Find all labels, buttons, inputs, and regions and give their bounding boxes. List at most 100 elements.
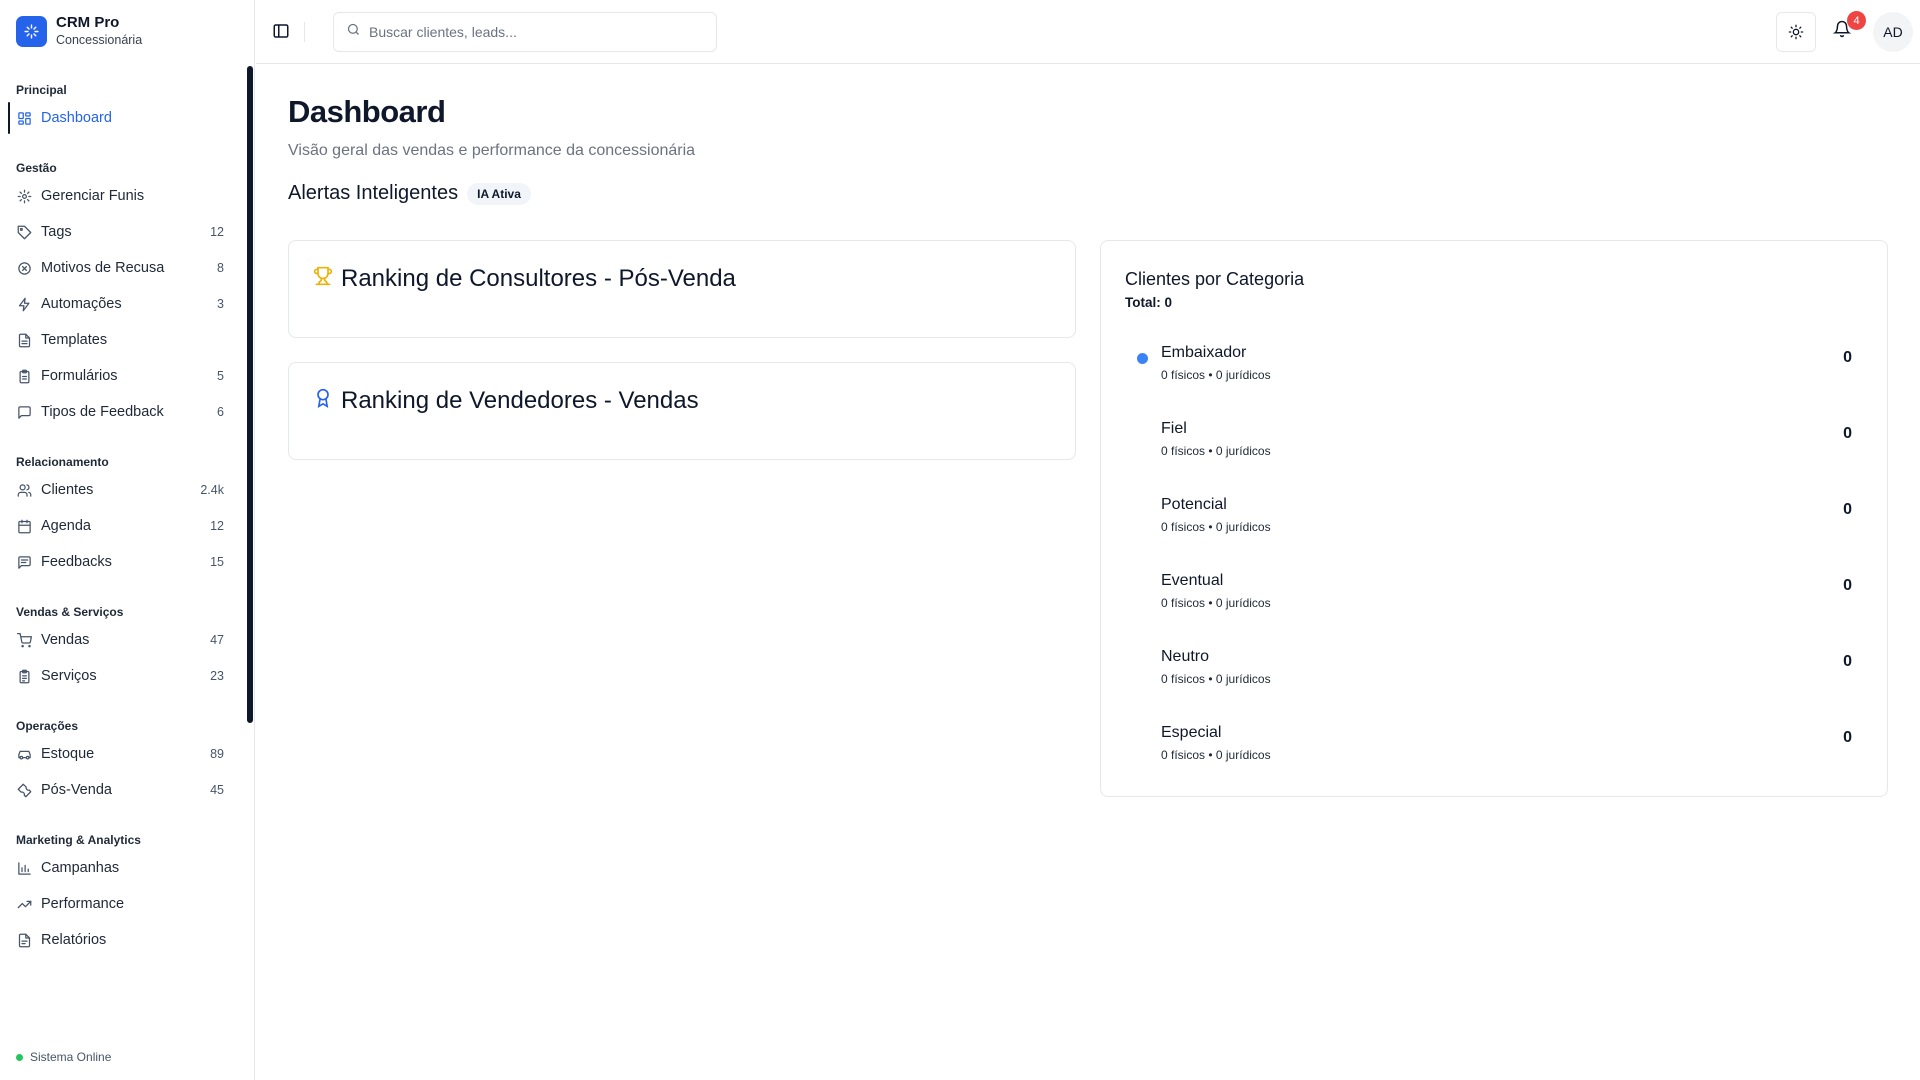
sidebar-item-motivos-de-recusa[interactable]: Motivos de Recusa 8 — [0, 250, 250, 286]
sidebar-scrollbar[interactable] — [247, 66, 253, 723]
ranking-consultores-title: Ranking de Consultores - Pós-Venda — [341, 265, 736, 292]
ranking-consultores-card: Ranking de Consultores - Pós-Venda — [288, 240, 1076, 338]
sidebar-item-count: 15 — [210, 555, 224, 569]
categoria-meta: 0 físicos • 0 jurídicos — [1161, 672, 1271, 686]
sidebar-item-label: Campanhas — [41, 860, 120, 876]
clipboard-icon — [16, 368, 32, 384]
alerts-header: Alertas Inteligentes IA Ativa — [288, 182, 531, 205]
categoria-value: 0 — [1843, 577, 1852, 594]
nav-group-gestao: Gestão Gerenciar Funis Tags 12 Motivos de Re… — [0, 156, 250, 430]
sidebar-item-count: 45 — [210, 783, 224, 797]
sidebar-item-formularios[interactable]: Formulários 5 — [0, 358, 250, 394]
tag-icon — [16, 224, 32, 240]
sidebar-item-label: Tags — [41, 224, 72, 240]
sidebar-toggle-button[interactable] — [272, 22, 290, 40]
sidebar-item-pos-venda[interactable]: Pós-Venda 45 — [0, 772, 250, 808]
categoria-row-eventual: Eventual 0 físicos • 0 jurídicos 0 — [1125, 562, 1865, 638]
categoria-row-embaixador: Embaixador 0 físicos • 0 jurídicos 0 — [1125, 334, 1865, 410]
file-text-icon — [16, 332, 32, 348]
categoria-list: Embaixador 0 físicos • 0 jurídicos 0 Fiel 0 … — [1125, 334, 1865, 790]
wrench-icon — [16, 782, 32, 798]
category-dot-icon — [1137, 353, 1148, 364]
nav-group-marketing-analytics: Marketing & Analytics Campanhas Performanc… — [0, 828, 250, 958]
sidebar-item-count: 5 — [217, 369, 224, 383]
categoria-value: 0 — [1843, 729, 1852, 746]
categoria-value: 0 — [1843, 349, 1852, 366]
clipboard-list-icon — [16, 668, 32, 684]
categoria-card-title: Clientes por Categoria — [1125, 269, 1305, 289]
nav-group-relacionamento: Relacionamento Clientes 2.4k Agenda 12 Feedba… — [0, 450, 250, 580]
trending-up-icon — [16, 896, 32, 912]
sidebar-item-count: 12 — [210, 519, 224, 533]
bar-chart-icon — [16, 860, 32, 876]
categoria-row-fiel: Fiel 0 físicos • 0 jurídicos 0 — [1125, 410, 1865, 486]
brand-name: CRM Pro — [56, 14, 120, 31]
sun-icon — [1788, 24, 1804, 40]
sidebar-item-label: Clientes — [41, 482, 94, 498]
categoria-row-especial: Especial 0 físicos • 0 jurídicos 0 — [1125, 714, 1865, 790]
sidebar-item-templates[interactable]: Templates — [0, 322, 250, 358]
nav-group-title: Gestão — [16, 161, 57, 175]
sidebar-item-count: 23 — [210, 669, 224, 683]
search-box[interactable] — [333, 12, 717, 52]
categoria-name: Fiel — [1161, 420, 1187, 437]
system-status-label: Sistema Online — [30, 1050, 112, 1064]
nav-group-title: Marketing & Analytics — [16, 833, 141, 847]
car-icon — [16, 746, 32, 762]
sidebar-item-dashboard[interactable]: Dashboard — [0, 100, 250, 136]
ranking-vendedores-title: Ranking de Vendedores - Vendas — [341, 387, 699, 414]
search-icon — [346, 22, 361, 42]
nav-group-title: Vendas & Serviços — [16, 605, 124, 619]
sidebar-nav: Principal Dashboard Gestão Gerenciar Funis T… — [0, 78, 250, 978]
sidebar-item-count: 47 — [210, 633, 224, 647]
sidebar-item-label: Estoque — [41, 746, 95, 762]
sidebar: CRM Pro Concessionária Principal Dashboar… — [0, 0, 255, 1080]
sidebar-item-gerenciar-funis[interactable]: Gerenciar Funis — [0, 178, 250, 214]
users-icon — [16, 482, 32, 498]
trophy-icon — [313, 265, 333, 293]
brand[interactable]: CRM Pro Concessionária — [16, 14, 142, 48]
categoria-value: 0 — [1843, 501, 1852, 518]
sidebar-item-automacoes[interactable]: Automações 3 — [0, 286, 250, 322]
categoria-name: Embaixador — [1161, 344, 1247, 361]
search-input[interactable] — [369, 24, 704, 40]
sidebar-item-feedbacks[interactable]: Feedbacks 15 — [0, 544, 250, 580]
x-circle-icon — [16, 260, 32, 276]
system-status: Sistema Online — [16, 1050, 111, 1064]
lightning-icon — [16, 296, 32, 312]
message-lines-icon — [16, 554, 32, 570]
sidebar-item-clientes[interactable]: Clientes 2.4k — [0, 472, 250, 508]
categoria-meta: 0 físicos • 0 jurídicos — [1161, 520, 1271, 534]
sidebar-item-performance[interactable]: Performance — [0, 886, 250, 922]
sidebar-item-tags[interactable]: Tags 12 — [0, 214, 250, 250]
page-title: Dashboard — [288, 94, 446, 129]
sidebar-item-label: Relatórios — [41, 932, 107, 948]
theme-toggle-button[interactable] — [1776, 12, 1816, 52]
nav-group-title: Relacionamento — [16, 455, 109, 469]
topbar-divider — [304, 22, 305, 42]
ranking-vendedores-card: Ranking de Vendedores - Vendas — [288, 362, 1076, 460]
avatar[interactable]: AD — [1873, 12, 1913, 52]
message-square-icon — [16, 404, 32, 420]
sidebar-item-label: Motivos de Recusa — [41, 260, 165, 276]
sidebar-item-campanhas[interactable]: Campanhas — [0, 850, 250, 886]
nav-group-title: Operações — [16, 719, 79, 733]
sidebar-item-vendas[interactable]: Vendas 47 — [0, 622, 250, 658]
sidebar-item-tipos-de-feedback[interactable]: Tipos de Feedback 6 — [0, 394, 250, 430]
award-icon — [313, 387, 333, 415]
topbar: 4 AD — [256, 0, 1920, 64]
ia-status-badge: IA Ativa — [467, 182, 531, 205]
sidebar-item-agenda[interactable]: Agenda 12 — [0, 508, 250, 544]
sidebar-item-count: 6 — [217, 405, 224, 419]
brand-logo-icon — [16, 15, 47, 47]
notifications-badge: 4 — [1847, 11, 1866, 30]
categoria-meta: 0 físicos • 0 jurídicos — [1161, 444, 1271, 458]
clientes-por-categoria-card: Clientes por Categoria Total: 0 Embaixad… — [1100, 240, 1888, 797]
sidebar-item-relatorios[interactable]: Relatórios — [0, 922, 250, 958]
sidebar-item-label: Templates — [41, 332, 108, 348]
sidebar-item-count: 3 — [217, 297, 224, 311]
sidebar-item-estoque[interactable]: Estoque 89 — [0, 736, 250, 772]
categoria-name: Eventual — [1161, 572, 1224, 589]
categoria-meta: 0 físicos • 0 jurídicos — [1161, 748, 1271, 762]
sidebar-item-servicos[interactable]: Serviços 23 — [0, 658, 250, 694]
